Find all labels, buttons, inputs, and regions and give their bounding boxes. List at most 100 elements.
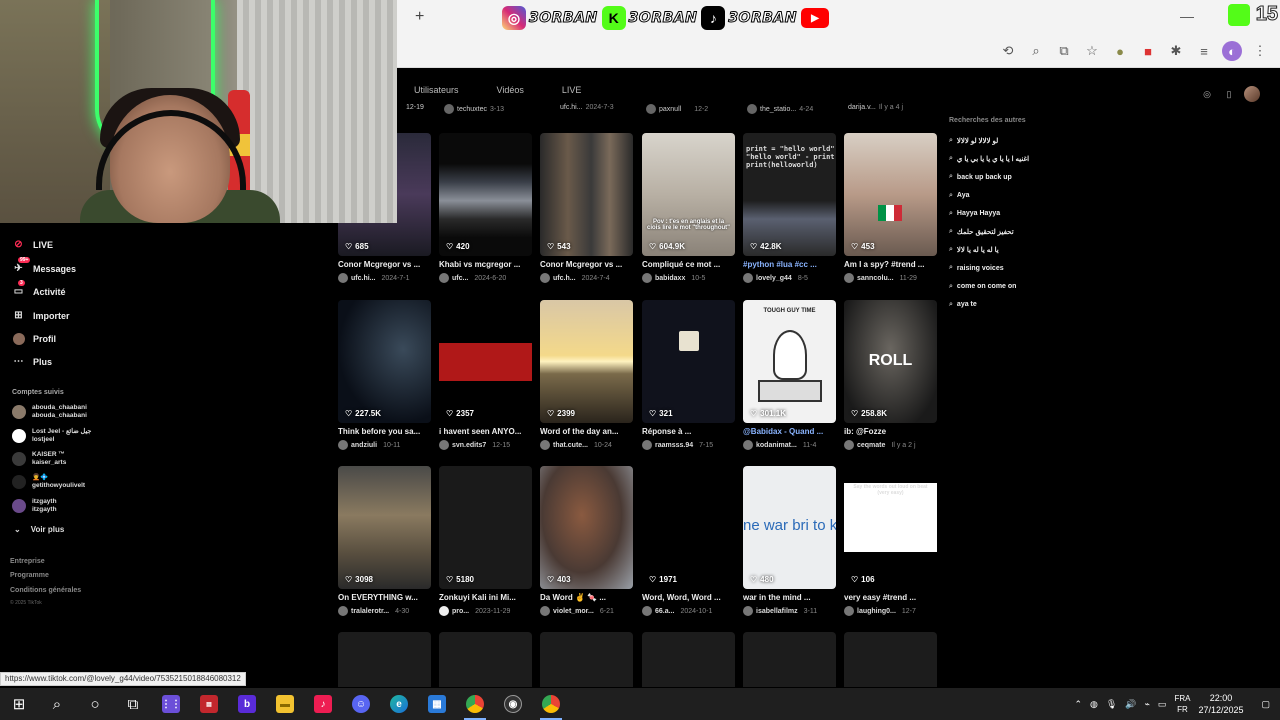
video-card[interactable]: ♡ 3098 On EVERYTHING w... tralalerotr... 4… [338,466,431,616]
video-card[interactable]: ♡ 2399 Word of the day an... that.cute...… [540,300,633,450]
chrome-icon[interactable] [456,688,494,720]
minimize-button[interactable]: — [1180,8,1194,24]
network-icon[interactable]: ⌁ [1145,699,1150,710]
notification-icon[interactable]: ▢ [1261,699,1270,710]
video-card[interactable]: ♡ 321 Réponse à ... raamsss.94 7-15 [642,300,735,450]
reading-list-icon[interactable]: ≡ [1194,41,1214,61]
zoom-icon[interactable]: ⌕ [1026,41,1046,61]
related-search-item[interactable]: ⌕ aya te [949,296,1149,314]
obs-icon[interactable]: ◉ [494,688,532,720]
new-tab-button[interactable]: + [415,8,424,26]
microphone-icon[interactable]: 🎙 [1106,699,1117,710]
following-account[interactable]: abouda_chaabani abouda_chaabani [12,404,87,420]
search-icon: ⌕ [949,282,953,290]
bookmark-star-icon[interactable]: ☆ [1082,41,1102,61]
following-account[interactable]: Lost Jeel - جيل ضائع lostjeel [12,428,91,444]
related-search-item[interactable]: ⌕ come on come on [949,278,1149,296]
search-icon[interactable]: ⌕ [38,688,76,720]
video-card[interactable]: Pov : t'es en anglais et la ciois lire l… [642,133,735,283]
nav-live[interactable]: ⊘ LIVE [12,238,53,251]
footer-link-programme[interactable]: Programme [10,572,49,579]
video-card[interactable]: ne war bri to keep a ♡480 war in the min… [743,466,836,616]
language-indicator[interactable]: FRA FR [1174,693,1190,715]
related-search-item[interactable]: ⌕ اغنيه ا يا يا ي يا يا بي يا ي [949,150,1149,168]
chevron-up-icon[interactable]: ⌃ [1074,699,1082,710]
strip-meta[interactable]: ufc.hi... 2024-7-3 [560,104,653,111]
chrome-icon[interactable] [532,688,570,720]
video-card[interactable]: ♡ 5180 Zonkuyi Kali ini Mi... pro... 2023-… [439,466,532,616]
video-card[interactable]: print = "hello world" "hello world" - pr… [743,133,836,283]
extensions-puzzle-icon[interactable]: ✱ [1166,41,1186,61]
app-grid-icon[interactable]: ⋮⋮ [152,688,190,720]
nav-profile[interactable]: Profil [12,332,56,345]
related-search-item[interactable]: ⌕ تحفيز لتحقيق حلمك [949,223,1149,241]
strip-meta[interactable]: the_statio... 4-24 [747,104,840,114]
video-thumbnail-partial[interactable] [439,632,532,687]
tiktok-avatar[interactable] [1244,86,1260,102]
video-card[interactable]: ♡ 453 Am I a spy? #trend ... sanncolu... 1… [844,133,937,283]
like-count-value: 604.9K [659,242,685,251]
following-account[interactable]: 🧑‍🦱💠 getithowyoulivelt [12,474,85,490]
video-card[interactable]: ♡ 543 Conor Mcgregor vs ... ufc.h... 2024-… [540,133,633,283]
store-icon[interactable]: ▦ [418,688,456,720]
tab-videos[interactable]: Vidéos [493,82,528,98]
following-account[interactable]: KAISER ™ kaiser_arts [12,451,66,467]
corner-number: 15 [1255,3,1278,26]
nav-upload[interactable]: ⊞ Importer [12,309,69,322]
video-thumbnail-partial[interactable] [743,632,836,687]
related-search-item[interactable]: ⌕ Aya [949,187,1149,205]
video-card[interactable]: ♡ 420 Khabi vs mcgregor ... ufc... 2024-6-… [439,133,532,283]
extension-1-icon[interactable]: ● [1110,41,1130,61]
nav-more[interactable]: ⋯ Plus [12,355,53,368]
like-count: ♡ 258.8K [851,409,887,418]
video-thumbnail-partial[interactable] [338,632,431,687]
strip-meta[interactable]: paxnull 12-2 [646,104,739,114]
video-card[interactable]: ♡ 403 Da Word ✌ 🍬 ... violet_mor... 6-21 [540,466,633,616]
footer-link-business[interactable]: Entreprise [10,558,45,565]
video-card[interactable]: ♡ 1971 Word, Word, Word ... 66.a... 2024-1… [642,466,735,616]
translate-icon[interactable]: ⟲ [998,41,1018,61]
windows-icon[interactable]: ⊞ [0,688,38,720]
file-explorer-icon[interactable]: ▬ [266,688,304,720]
vpn-icon[interactable]: ◍ [1090,699,1098,710]
extension-2-icon[interactable]: ■ [1138,41,1158,61]
video-date: 2023-11-29 [475,607,511,615]
profile-avatar-icon[interactable]: ◐ [1222,41,1242,61]
cortana-icon[interactable]: ○ [76,688,114,720]
clock[interactable]: 22:00 27/12/2025 [1198,692,1243,716]
related-search-item[interactable]: ⌕ Hayya Hayya [949,205,1149,223]
video-thumbnail-partial[interactable] [540,632,633,687]
video-thumbnail-partial[interactable] [642,632,735,687]
video-card[interactable]: ♡ 227.5K Think before you sa... andziuli 1… [338,300,431,450]
video-card[interactable]: Say the words out loud on beat (very eas… [844,466,937,616]
nav-messages[interactable]: ✈ 99+ Messages [12,257,76,275]
tab-live[interactable]: LIVE [558,82,586,98]
browser-menu-icon[interactable]: ⋮ [1250,41,1270,61]
strip-meta[interactable]: darija.v... Il y a 4 j [848,104,941,111]
nav-activity[interactable]: ▭ 3 Activité [12,280,66,298]
video-thumbnail-partial[interactable] [844,632,937,687]
related-search-item[interactable]: ⌕ back up back up [949,168,1149,186]
strip-meta[interactable]: techuxtec 3-13 [444,104,537,114]
following-account[interactable]: itzgayth itzgayth [12,498,57,514]
tiktok-icon[interactable]: ♪ [304,688,342,720]
related-search-item[interactable]: ⌕ raising voices [949,259,1149,277]
task-view-icon[interactable]: ⧉ [114,688,152,720]
install-icon[interactable]: ⧉ [1054,41,1074,61]
related-search-item[interactable]: ⌕ لو لالالا لو لالالا [949,132,1149,150]
see-more-button[interactable]: ⌄ Voir plus [14,525,64,534]
coins-icon[interactable]: ◎ [1200,87,1214,101]
tab-users[interactable]: Utilisateurs [410,82,463,98]
bing-icon[interactable]: b [228,688,266,720]
volume-icon[interactable]: 🔊 [1125,699,1136,710]
discord-icon[interactable]: ☺ [342,688,380,720]
footer-link-terms[interactable]: Conditions générales [10,587,81,594]
video-card[interactable]: ROLL ♡ 258.8K ib: @Fozze ceqmate Il y a 2 … [844,300,937,450]
device-icon[interactable]: ▯ [1222,87,1236,101]
video-card[interactable]: ♡ 2357 i havent seen ANYO... svn.edits7 12… [439,300,532,450]
related-search-item[interactable]: ⌕ يا له يا له يا لالا [949,241,1149,259]
voicemeeter-icon[interactable]: ▤ [190,688,228,720]
video-card[interactable]: TOUGH GUY TIME ♡ 301.1K @Babidax - Quand … [743,300,836,450]
edge-icon[interactable]: e [380,688,418,720]
display-icon[interactable]: ▭ [1158,699,1167,710]
